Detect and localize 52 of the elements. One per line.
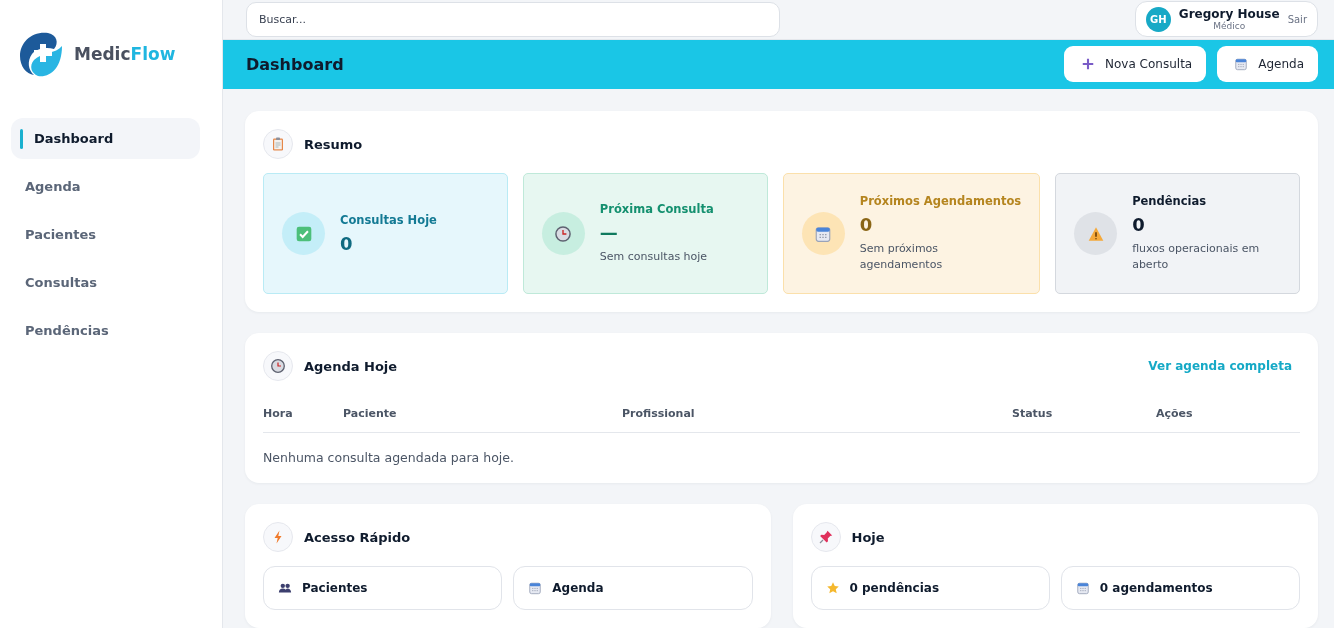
calendar-icon <box>1234 57 1249 72</box>
plus-icon <box>1081 57 1096 72</box>
people-icon <box>278 581 292 595</box>
sidebar-nav-item[interactable]: Consultas <box>11 262 200 303</box>
header-button[interactable]: Agenda <box>1217 46 1318 83</box>
column-header: Status <box>1012 407 1054 420</box>
logo-icon <box>18 30 64 78</box>
stat-value: 0 <box>1132 214 1146 236</box>
clock-icon <box>270 358 286 374</box>
column-header: Ações <box>1156 407 1194 420</box>
empty-table-message: Nenhuma consulta agendada para hoje. <box>263 449 515 465</box>
quick-tile[interactable]: Agenda <box>513 566 753 610</box>
quick-tile[interactable]: Pacientes <box>263 566 503 610</box>
calendar-icon <box>814 224 833 243</box>
stat-title: Pendências <box>1132 194 1208 209</box>
header-button[interactable]: Nova Consulta <box>1064 46 1207 83</box>
stat-title: Consultas Hoje <box>340 213 437 227</box>
sidebar-nav-item[interactable]: Pendências <box>11 310 200 351</box>
section-title: Agenda Hoje <box>304 358 398 374</box>
clipboard-icon <box>270 136 286 152</box>
stat-note: fluxos operacionais em aberto <box>1132 241 1261 273</box>
logout-link[interactable]: Sair <box>1287 13 1307 25</box>
pin-icon <box>817 529 834 545</box>
check-icon <box>294 224 313 243</box>
stat-title: Próximos Agendamentos <box>859 194 1022 209</box>
quick-tile[interactable]: 0 pendências <box>810 566 1050 610</box>
sidebar-nav-item[interactable]: Pacientes <box>11 214 200 255</box>
stat-value: 0 <box>340 233 354 254</box>
calendar-icon <box>1075 581 1090 595</box>
sidebar-nav-item[interactable]: Agenda <box>11 166 200 207</box>
column-header: Hora <box>263 407 294 420</box>
stat-note: Sem próximos agendamentos <box>859 241 944 273</box>
stat-note: Sem consultas hoje <box>599 249 709 265</box>
calendar-icon <box>528 581 543 595</box>
quick-tile[interactable]: 0 agendamentos <box>1060 566 1300 610</box>
section-title: Resumo <box>304 136 363 152</box>
logo-wordmark: MedicFlow <box>74 44 176 64</box>
column-header: Paciente <box>343 407 398 420</box>
section-title: Acesso Rápido <box>304 529 411 545</box>
page-title: Dashboard <box>246 54 344 74</box>
user-name: Gregory House <box>1178 7 1280 22</box>
stat-value: — <box>599 222 619 244</box>
stat-title: Próxima Consulta <box>599 202 714 217</box>
column-header: Profissional <box>622 407 696 420</box>
sidebar-nav-item[interactable]: Dashboard <box>11 118 200 159</box>
star-icon <box>825 581 840 595</box>
user-role: Médico <box>1213 21 1246 32</box>
user-avatar: GH <box>1145 6 1171 32</box>
stat-value: 0 <box>859 214 874 236</box>
search-field[interactable]: Buscar... <box>246 1 780 37</box>
section-title: Hoje <box>851 529 885 545</box>
clock-icon <box>554 224 573 243</box>
